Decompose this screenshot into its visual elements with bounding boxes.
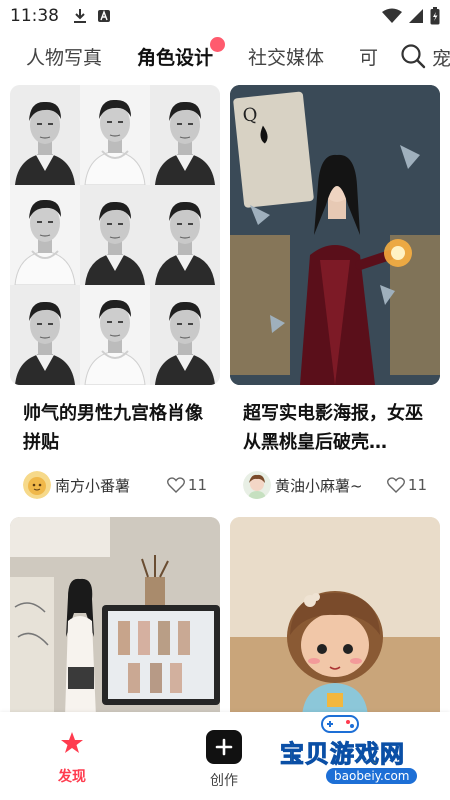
- like-button[interactable]: 11: [386, 476, 427, 494]
- svg-text:Q: Q: [242, 104, 259, 126]
- tab-badge-dot: [210, 36, 226, 52]
- like-count: 11: [407, 476, 427, 494]
- download-icon: [74, 9, 86, 23]
- post-card[interactable]: [10, 517, 220, 712]
- author-name[interactable]: 黄油小麻薯~: [275, 475, 387, 496]
- bottom-nav: 发现 创作 宝贝游戏网 baobeiy.com: [0, 712, 450, 800]
- wifi-icon: [382, 8, 402, 23]
- author-name[interactable]: 南方小番薯: [55, 475, 167, 496]
- signal-icon: [409, 9, 423, 23]
- notification-app-icon: [98, 10, 110, 22]
- avatar[interactable]: [243, 471, 271, 499]
- status-bar: 11:38: [0, 0, 450, 32]
- tab-character-design-label: 角色设计: [137, 46, 214, 69]
- create-button[interactable]: [206, 730, 242, 764]
- post-image-artist-studio[interactable]: [10, 517, 220, 712]
- post-card[interactable]: [230, 517, 440, 712]
- category-tabs: 人物写真 角色设计 社交媒体 可: [0, 34, 450, 78]
- status-time: 11:38: [10, 6, 59, 26]
- tab-social-media[interactable]: 社交媒体: [248, 43, 324, 70]
- witch-poster-image: Q: [230, 85, 440, 385]
- post-image-witch-poster[interactable]: Q: [230, 85, 440, 385]
- nav-create[interactable]: 创作: [206, 730, 242, 790]
- post-meta: 黄油小麻薯~ 11: [230, 471, 440, 499]
- post-card[interactable]: 帅气的男性九宫格肖像拼贴 南方小番薯 11: [10, 85, 220, 499]
- post-meta: 南方小番薯 11: [10, 471, 220, 499]
- nav-discover-label: 发现: [58, 769, 86, 785]
- heart-icon: [386, 477, 405, 493]
- post-card[interactable]: Q 超写实电影海报，女巫从黑桃皇后破壳… 黄油小麻薯~ 11: [230, 85, 440, 499]
- tab-partial[interactable]: 可: [359, 43, 378, 70]
- artist-studio-image: [10, 517, 220, 712]
- heart-icon: [166, 477, 185, 493]
- gamepad-icon: [321, 715, 359, 733]
- avatar[interactable]: [23, 471, 51, 499]
- tab-portrait[interactable]: 人物写真: [26, 43, 102, 70]
- crochet-doll-image: [230, 517, 440, 712]
- like-count: 11: [187, 476, 207, 494]
- portrait-grid-image: [10, 85, 220, 385]
- battery-icon: [430, 7, 440, 25]
- discover-star-icon: [61, 732, 83, 753]
- watermark-text: 宝贝游戏网: [280, 740, 405, 769]
- plus-icon: [215, 738, 233, 756]
- tab-character-design[interactable]: 角色设计: [137, 36, 226, 70]
- post-title[interactable]: 超写实电影海报，女巫从黑桃皇后破壳…: [230, 399, 440, 457]
- site-watermark: 宝贝游戏网 baobeiy.com: [270, 715, 450, 794]
- like-button[interactable]: 11: [166, 476, 207, 494]
- nav-discover[interactable]: 发现: [58, 730, 86, 786]
- post-title[interactable]: 帅气的男性九宫格肖像拼贴: [10, 399, 220, 457]
- post-image-crochet-doll[interactable]: [230, 517, 440, 712]
- nav-create-label: 创作: [210, 773, 238, 789]
- content-feed[interactable]: 帅气的男性九宫格肖像拼贴 南方小番薯 11 Q 超写实电影海报，女巫从黑桃皇后破…: [0, 84, 450, 712]
- tab-more-partial[interactable]: 宠: [432, 44, 450, 71]
- post-image-portrait-grid[interactable]: [10, 85, 220, 385]
- watermark-url: baobeiy.com: [326, 768, 418, 784]
- search-icon[interactable]: [400, 43, 426, 69]
